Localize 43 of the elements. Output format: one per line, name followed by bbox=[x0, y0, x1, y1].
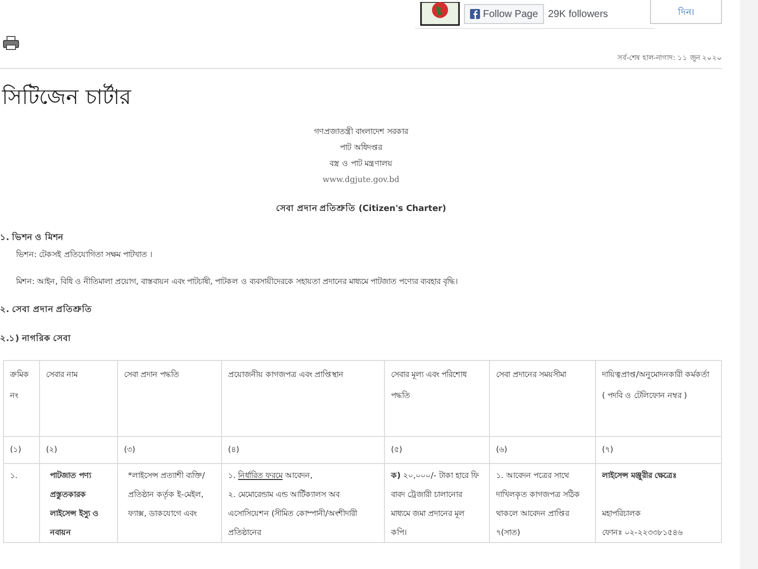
column-number: (২) bbox=[40, 436, 118, 464]
organization-text: বস্ত্র ও পাট মন্ত্রণালয় bbox=[330, 158, 392, 170]
column-number: (৩) bbox=[118, 436, 222, 464]
column-number: (১) bbox=[4, 436, 40, 464]
table-cell-text: ফোনঃ ০২-২২৩৩৮১৫৪৬ bbox=[602, 527, 684, 539]
section-paragraph: মিশন: আইন, বিধি ও নীতিমালা প্রয়োগ, বাস্তবায়ন এবং পাটচাষী, পাটকল ও ব্যবসায়ীদেরকে সহায়তা প্রদানের মাধ্যমে পাটজাত পণ্যের ব্যবহার বৃদ্ধি। bbox=[16, 276, 460, 288]
facebook-icon bbox=[470, 9, 480, 19]
table-cell-text: লাইসেন্স মঞ্জুরীর ক্ষেত্রেঃ bbox=[602, 469, 678, 483]
column-header: সেবা প্রদান পদ্ধতি bbox=[118, 360, 222, 436]
column-header: সেবার মূল্য এবং পরিশোধ পদ্ধতি bbox=[384, 360, 490, 436]
organization-text: গণপ্রজাতন্ত্রী বাংলাদেশ সরকার bbox=[314, 126, 408, 138]
page-title: সিটিজেন চার্টার bbox=[2, 82, 133, 111]
column-header: দায়িত্বপ্রাপ্ত/অনুমোদনকারী কর্মকর্তা bbox=[602, 368, 710, 382]
charter-heading: সেবা প্রদান প্রতিশ্রুতি (Citizen's Charter) bbox=[276, 202, 446, 216]
emblem-icon bbox=[420, 2, 460, 26]
column-number: (৫) bbox=[384, 436, 490, 464]
column-number: (৭) bbox=[596, 436, 722, 464]
form-link[interactable]: নির্ধারিত ফরমে bbox=[238, 471, 283, 480]
column-number: (৬) bbox=[490, 436, 596, 464]
section-heading: ২.১) নাগরিক সেবা bbox=[0, 332, 72, 346]
column-header: ক্রমিক নং bbox=[4, 360, 40, 436]
website-text: www.dgjute.gov.bd bbox=[322, 174, 400, 186]
table-cell-text: *লাইসেন্স প্রত্যাশী ব্যক্তি/ প্রতিষ্ঠান কর্তৃক ই-মেইল, ফ্যাক্স, ডাকযোগে এবং bbox=[128, 470, 206, 520]
table-cell-text: ১. আবেদন পত্রের সাথে দাখিলকৃত কাগজপত্র সঠিক থাকলে আবেদন প্রাপ্তির ৭(সাত) bbox=[496, 470, 582, 539]
organization-text: পাট অধিদপ্তর bbox=[340, 142, 382, 154]
column-header: সেবার নাম bbox=[40, 360, 118, 436]
section-paragraph: ভিশন: টেকসই প্রতিযোগিতা সক্ষম পাটখাত । bbox=[16, 248, 154, 261]
table-cell-text: ২. মেমোরেন্ডাম এন্ড আর্টিক্যালস অব এসোসিয়েশন (সীমিত কোম্পানী/অংশীদারী প্রতিষ্ঠানের bbox=[228, 488, 358, 539]
section-heading: ২. সেবা প্রদান প্রতিশ্রুতি bbox=[0, 303, 94, 317]
print-icon bbox=[3, 36, 19, 50]
table-cell-text: ক) ২০,০০০/- টাকা হারে ফি বাবদ ট্রেজারী চালানোর মাধ্যমে জমা প্রদানের মূল কপি। bbox=[391, 470, 480, 539]
section-heading: ১. ভিশন ও মিশন bbox=[0, 231, 64, 245]
follow-page-button[interactable]: Follow Page bbox=[464, 4, 544, 24]
table-cell-text: ১. bbox=[10, 470, 19, 482]
table-cell-text: মহাপরিচালক bbox=[602, 508, 642, 520]
table-cell-text: পাটজাত পণ্য প্রস্তুতকারক লাইসেন্স ইস্যু ও নবায়ন bbox=[50, 469, 100, 539]
column-header: সেবা প্রদানের সময়সীমা bbox=[490, 360, 596, 436]
followers-count: 29K followers bbox=[548, 8, 608, 20]
column-number: (৪) bbox=[222, 436, 384, 464]
promo-link[interactable]: দিন। bbox=[678, 5, 694, 20]
table-cell-text: ১. নির্ধারিত ফরমে আবেদন, bbox=[228, 470, 314, 482]
column-header-note: ( পদবি ও টেলিফোন নম্বর ) bbox=[602, 390, 688, 402]
column-header: প্রয়োজনীয় কাগজপত্র এবং প্রাপ্তিস্থান bbox=[222, 360, 384, 436]
